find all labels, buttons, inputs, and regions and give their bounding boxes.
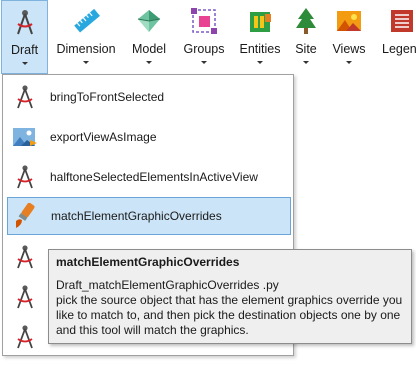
chevron-down-icon	[83, 61, 89, 64]
ribbon-label: Entities	[239, 42, 281, 56]
image-export-icon	[13, 128, 37, 146]
paintbrush-icon	[16, 203, 35, 228]
tooltip-line: like to match to, and then pick the dest…	[56, 308, 401, 322]
ribbon-label: Legend	[382, 42, 416, 56]
groups-icon	[191, 8, 217, 34]
menu-item-label: exportViewAsImage	[50, 130, 157, 144]
menu-item-label: bringToFrontSelected	[50, 90, 165, 104]
tooltip-line: and this tool will match the graphics.	[56, 323, 249, 337]
ruler-icon	[74, 8, 100, 33]
ribbon-button-dimension[interactable]: Dimension	[55, 0, 117, 74]
chevron-down-icon	[257, 61, 263, 64]
menu-item-match-element-graphic-overrides[interactable]: matchElementGraphicOverrides	[7, 197, 291, 235]
tree-icon	[296, 8, 316, 34]
ribbon-button-site[interactable]: Site	[290, 0, 322, 74]
menu-item-halftone-selected[interactable]: halftoneSelectedElementsInActiveView	[7, 159, 291, 195]
chevron-down-icon	[201, 61, 207, 64]
menu-item-label: matchElementGraphicOverrides	[51, 209, 222, 223]
ribbon-label: Site	[295, 42, 317, 56]
ribbon-button-draft[interactable]: Draft	[1, 0, 48, 74]
chevron-down-icon	[21, 62, 28, 65]
compass-icon	[17, 85, 33, 109]
compass-icon	[17, 325, 33, 349]
tooltip-title: matchElementGraphicOverrides	[56, 255, 240, 269]
compass-icon	[17, 245, 33, 269]
legend-icon	[391, 10, 413, 32]
ribbon-label: Views	[332, 42, 366, 56]
entities-icon	[250, 12, 271, 32]
ribbon-button-groups[interactable]: Groups	[180, 0, 228, 74]
menu-item-bring-to-front-selected[interactable]: bringToFrontSelected	[7, 79, 291, 115]
ribbon-toolbar: Draft Dimension Model Groups Entities Si…	[0, 0, 416, 74]
compass-icon	[17, 285, 33, 309]
ribbon-label: Dimension	[56, 42, 116, 56]
menu-item-export-view-as-image[interactable]: exportViewAsImage	[7, 119, 291, 155]
ribbon-button-views[interactable]: Views	[329, 0, 369, 74]
ribbon-button-model[interactable]: Model	[126, 0, 172, 74]
model-cube-icon	[137, 10, 161, 32]
menu-item-label: halftoneSelectedElementsInActiveView	[50, 170, 258, 184]
ribbon-button-entities[interactable]: Entities	[236, 0, 284, 74]
views-image-icon	[337, 11, 361, 31]
ribbon-label: Draft	[10, 43, 39, 57]
ribbon-label: Model	[131, 42, 167, 56]
ribbon-label: Groups	[183, 42, 225, 56]
tooltip: matchElementGraphicOverrides Draft_match…	[48, 249, 412, 344]
ribbon-button-legend[interactable]: Legend	[378, 0, 416, 74]
compass-icon	[17, 165, 33, 189]
tooltip-line: pick the source object that has the elem…	[56, 293, 403, 307]
chevron-down-icon	[303, 61, 309, 64]
draft-compass-icon	[16, 10, 33, 35]
chevron-down-icon	[346, 61, 352, 64]
tooltip-line: Draft_matchElementGraphicOverrides .py	[56, 278, 279, 292]
chevron-down-icon	[146, 61, 152, 64]
